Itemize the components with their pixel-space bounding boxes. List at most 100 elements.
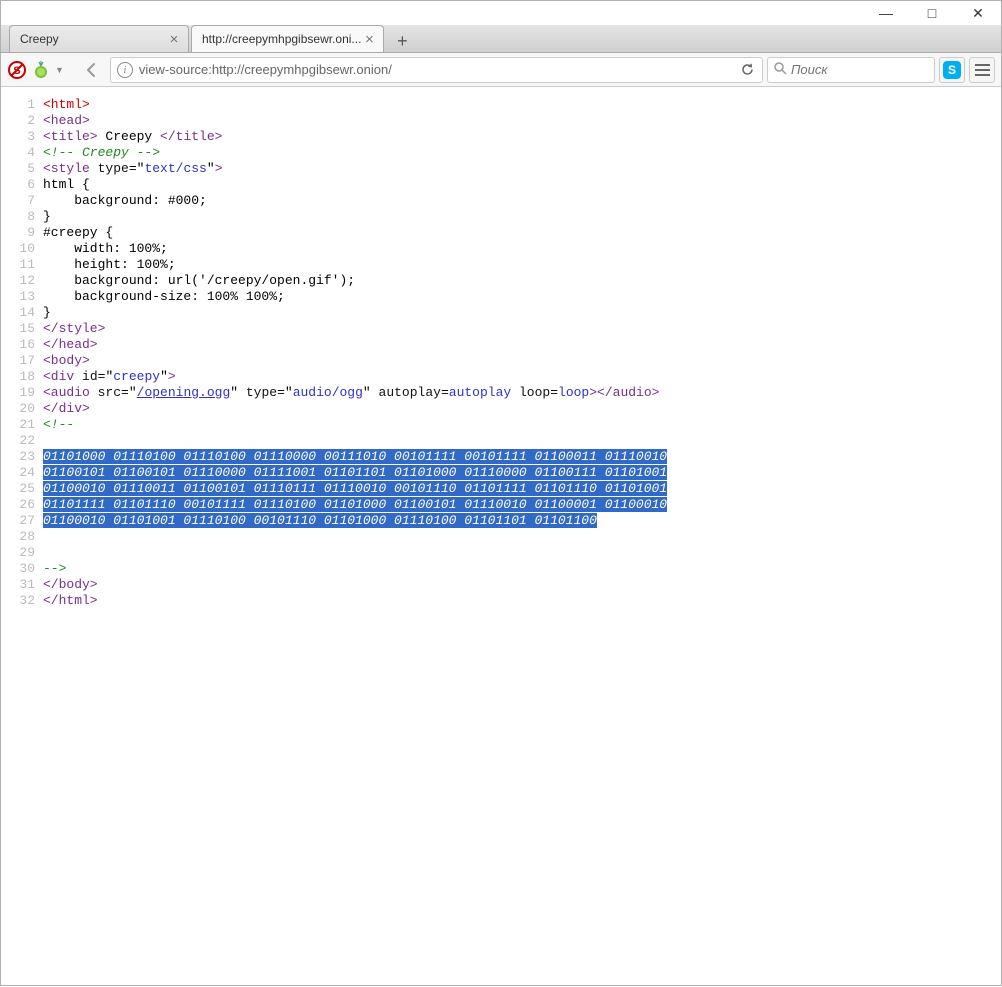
source-code[interactable]: height: 100%; (43, 257, 176, 273)
source-code[interactable]: } (43, 305, 51, 321)
source-line[interactable]: 2501100010 01110011 01100101 01110111 01… (1, 481, 1001, 497)
source-line[interactable]: 20</div> (1, 401, 1001, 417)
line-number: 21 (1, 417, 43, 433)
source-line[interactable]: 30--> (1, 561, 1001, 577)
new-tab-button[interactable]: + (390, 30, 414, 52)
dropdown-icon[interactable]: ▼ (55, 65, 64, 75)
source-line[interactable]: 7 background: #000; (1, 193, 1001, 209)
close-icon[interactable]: × (361, 31, 377, 47)
reload-icon[interactable] (738, 61, 756, 79)
source-line[interactable]: 9#creepy { (1, 225, 1001, 241)
tab-title: http://creepymhpgibsewr.oni... (202, 32, 361, 46)
source-code[interactable]: background-size: 100% 100%; (43, 289, 285, 305)
onion-icon[interactable] (31, 60, 51, 80)
source-code[interactable]: <title> Creepy </title> (43, 129, 222, 145)
line-number: 4 (1, 145, 43, 161)
browser-tab[interactable]: Creepy × (9, 25, 189, 52)
source-line[interactable]: 6html { (1, 177, 1001, 193)
source-code[interactable]: </div> (43, 401, 90, 417)
line-number: 28 (1, 529, 43, 545)
source-line[interactable]: 22 (1, 433, 1001, 449)
line-number: 32 (1, 593, 43, 609)
line-number: 7 (1, 193, 43, 209)
source-line[interactable]: 2401100101 01100101 01110000 01111001 01… (1, 465, 1001, 481)
line-number: 1 (1, 97, 43, 113)
noscript-icon[interactable]: S (7, 60, 27, 80)
hamburger-icon (975, 64, 990, 76)
source-line[interactable]: 8} (1, 209, 1001, 225)
source-line[interactable]: 12 background: url('/creepy/open.gif'); (1, 273, 1001, 289)
line-number: 3 (1, 129, 43, 145)
source-line[interactable]: 14} (1, 305, 1001, 321)
line-number: 29 (1, 545, 43, 561)
source-code[interactable]: background: url('/creepy/open.gif'); (43, 273, 355, 289)
line-number: 19 (1, 385, 43, 401)
source-line[interactable]: 2701100010 01101001 01110100 00101110 01… (1, 513, 1001, 529)
source-line[interactable]: 16</head> (1, 337, 1001, 353)
line-number: 25 (1, 481, 43, 497)
source-line[interactable]: 2301101000 01110100 01110100 01110000 00… (1, 449, 1001, 465)
source-code[interactable]: 01100101 01100101 01110000 01111001 0110… (43, 465, 667, 481)
line-number: 31 (1, 577, 43, 593)
skype-icon: S (943, 61, 961, 79)
source-code[interactable]: background: #000; (43, 193, 207, 209)
source-line[interactable]: 29 (1, 545, 1001, 561)
line-number: 14 (1, 305, 43, 321)
window-close-button[interactable]: ✕ (955, 1, 1001, 25)
source-code[interactable]: width: 100%; (43, 241, 168, 257)
source-line[interactable]: 21<!-- (1, 417, 1001, 433)
source-code[interactable]: </body> (43, 577, 98, 593)
source-code[interactable]: </html> (43, 593, 98, 609)
source-code[interactable]: <style type="text/css"> (43, 161, 223, 177)
source-line[interactable]: 10 width: 100%; (1, 241, 1001, 257)
source-line[interactable]: 19<audio src="/opening.ogg" type="audio/… (1, 385, 1001, 401)
source-code[interactable]: --> (43, 561, 66, 577)
skype-extension-button[interactable]: S (939, 57, 965, 83)
browser-tab-active[interactable]: http://creepymhpgibsewr.oni... × (191, 25, 384, 52)
source-code[interactable]: <div id="creepy"> (43, 369, 176, 385)
window-maximize-button[interactable]: □ (909, 1, 955, 25)
source-line[interactable]: 4<!-- Creepy --> (1, 145, 1001, 161)
line-number: 12 (1, 273, 43, 289)
source-line[interactable]: 5<style type="text/css"> (1, 161, 1001, 177)
source-code[interactable]: </style> (43, 321, 105, 337)
source-code[interactable]: <audio src="/opening.ogg" type="audio/og… (43, 385, 659, 401)
address-bar[interactable]: i view-source:http://creepymhpgibsewr.on… (110, 57, 763, 83)
source-line[interactable]: 28 (1, 529, 1001, 545)
line-number: 2 (1, 113, 43, 129)
source-code[interactable]: <body> (43, 353, 90, 369)
source-line[interactable]: 31</body> (1, 577, 1001, 593)
source-code[interactable]: #creepy { (43, 225, 113, 241)
line-number: 17 (1, 353, 43, 369)
source-line[interactable]: 18<div id="creepy"> (1, 369, 1001, 385)
source-code[interactable]: <!-- Creepy --> (43, 145, 160, 161)
source-code[interactable]: 01101000 01110100 01110100 01110000 0011… (43, 449, 667, 465)
source-code[interactable]: </head> (43, 337, 98, 353)
source-line[interactable]: 15</style> (1, 321, 1001, 337)
source-code[interactable]: 01100010 01101001 01110100 00101110 0110… (43, 513, 597, 529)
menu-button[interactable] (969, 57, 995, 83)
back-button[interactable] (78, 56, 106, 84)
source-code[interactable]: } (43, 209, 51, 225)
source-line[interactable]: 2601101111 01101110 00101111 01110100 01… (1, 497, 1001, 513)
source-line[interactable]: 3<title> Creepy </title> (1, 129, 1001, 145)
source-code[interactable]: <!-- (43, 417, 74, 433)
source-line[interactable]: 1<html> (1, 97, 1001, 113)
window-minimize-button[interactable]: — (863, 1, 909, 25)
source-code[interactable]: <html> (43, 97, 90, 113)
source-code[interactable]: <head> (43, 113, 90, 129)
source-code[interactable]: html { (43, 177, 90, 193)
source-code[interactable]: 01100010 01110011 01100101 01110111 0111… (43, 481, 667, 497)
view-source-content[interactable]: 1<html>2<head>3<title> Creepy </title>4<… (1, 87, 1001, 987)
source-line[interactable]: 13 background-size: 100% 100%; (1, 289, 1001, 305)
line-number: 22 (1, 433, 43, 449)
close-icon[interactable]: × (166, 31, 182, 47)
source-line[interactable]: 11 height: 100%; (1, 257, 1001, 273)
site-info-icon[interactable]: i (117, 62, 133, 78)
line-number: 13 (1, 289, 43, 305)
search-box[interactable] (767, 57, 935, 83)
source-code[interactable]: 01101111 01101110 00101111 01110100 0110… (43, 497, 667, 513)
source-line[interactable]: 32</html> (1, 593, 1001, 609)
source-line[interactable]: 17<body> (1, 353, 1001, 369)
source-line[interactable]: 2<head> (1, 113, 1001, 129)
